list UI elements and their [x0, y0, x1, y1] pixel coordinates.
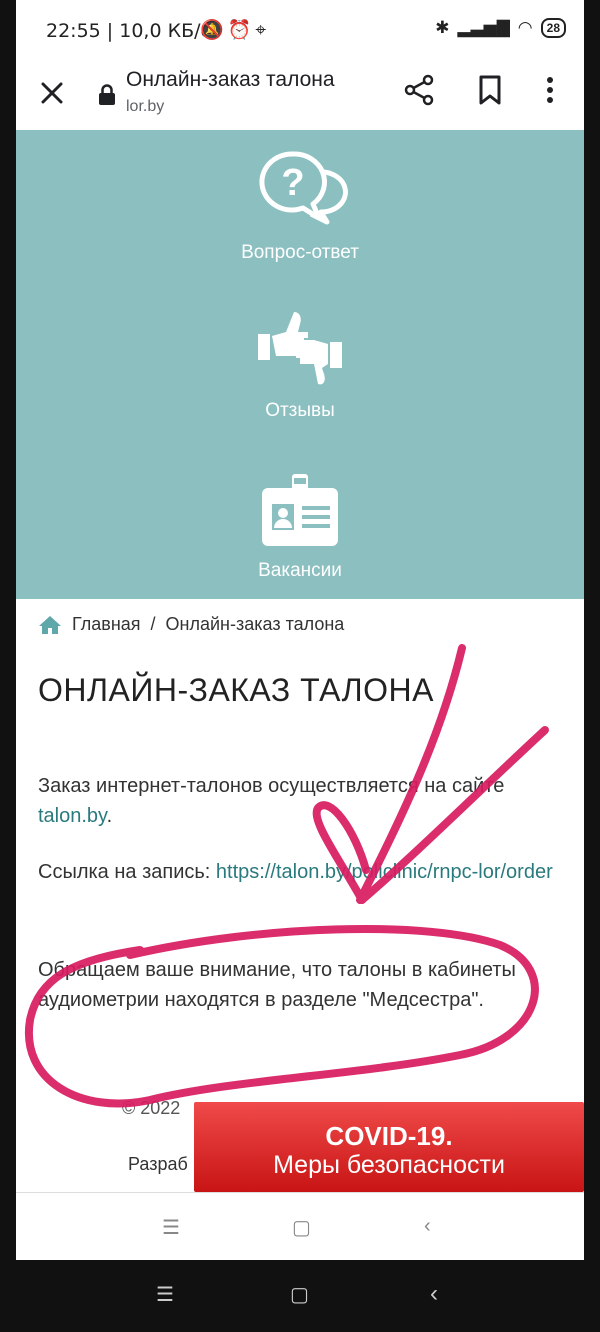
home-square-icon[interactable]: ▢	[292, 1215, 311, 1240]
covid-banner[interactable]: COVID-19. Меры безопасности	[194, 1102, 584, 1192]
lock-icon	[99, 84, 115, 105]
system-nav-bar: ☰ ▢ ‹	[0, 1260, 600, 1332]
question-chat-icon: ?	[259, 151, 348, 225]
back-icon[interactable]: ‹	[424, 1215, 431, 1238]
footer-copyright: © 2022	[122, 1098, 181, 1118]
menu-item-faq-label: Вопрос-ответ	[241, 242, 359, 263]
home-icon[interactable]	[38, 615, 62, 635]
order-info-prefix: Заказ интернет-талонов осуществляется на…	[38, 775, 505, 797]
menu-item-reviews-label: Отзывы	[265, 400, 335, 421]
covid-banner-subtitle: Меры безопасности	[273, 1151, 505, 1179]
order-info-text: Заказ интернет-талонов осуществляется на…	[38, 771, 548, 831]
bluetooth-icon: ✱	[435, 18, 450, 37]
inner-nav-bar: ☰ ▢ ‹	[16, 1192, 584, 1260]
booking-link[interactable]: https://talon.by/policlinic/rnpc-lor/ord…	[216, 861, 553, 883]
more-icon[interactable]	[538, 72, 562, 108]
system-home-icon[interactable]: ▢	[290, 1282, 309, 1307]
signal-icon: ▂▃▅▇	[457, 18, 510, 37]
id-card-icon	[262, 474, 338, 546]
svg-text:?: ?	[281, 162, 304, 204]
battery-icon: 28	[540, 18, 566, 38]
status-bar: 22:55 | 10,0 КБ/с 🔕⏰⌖ ✱ ▂▃▅▇ ◠ 28	[16, 0, 584, 62]
booking-link-label: Ссылка на запись:	[38, 861, 216, 883]
talon-link[interactable]: talon.by	[38, 805, 107, 827]
status-time: 22:55 | 10,0 КБ/с	[46, 20, 211, 42]
menu-item-reviews[interactable]: Отзывы	[16, 310, 584, 422]
page-tab-title[interactable]: Онлайн-заказ талона	[126, 68, 335, 92]
breadcrumb-home[interactable]: Главная	[72, 614, 141, 635]
share-icon[interactable]	[402, 72, 438, 108]
system-menu-icon[interactable]: ☰	[156, 1282, 174, 1307]
silent-icon: 🔕	[200, 20, 228, 41]
menu-item-faq[interactable]: ? Вопрос-ответ	[16, 150, 584, 264]
menu-item-vacancies[interactable]: Вакансии	[16, 474, 584, 582]
notice-text: Обращаем ваше внимание, что талоны в каб…	[38, 959, 516, 1011]
browser-toolbar: Онлайн-заказ талона lor.by	[16, 62, 584, 131]
breadcrumb-current: Онлайн-заказ талона	[165, 614, 345, 634]
page-title: ОНЛАЙН-ЗАКАЗ ТАЛОНА	[38, 672, 434, 708]
menu-item-vacancies-label: Вакансии	[258, 560, 342, 581]
bookmark-icon[interactable]	[472, 72, 508, 108]
page-url[interactable]: lor.by	[126, 98, 164, 116]
alarm-icon: ⏰	[227, 20, 256, 41]
thumbs-icon	[258, 312, 342, 385]
order-info-suffix: .	[106, 805, 113, 827]
breadcrumb-separator: /	[150, 614, 156, 634]
booking-link-text: Ссылка на запись: https://talon.by/polic…	[38, 857, 558, 887]
phone-screen: 22:55 | 10,0 КБ/с 🔕⏰⌖ ✱ ▂▃▅▇ ◠ 28 Онлайн…	[16, 0, 584, 1260]
status-icons-left: 🔕⏰⌖	[200, 18, 270, 42]
menu-icon[interactable]: ☰	[162, 1215, 180, 1240]
status-icons-right: ✱ ▂▃▅▇ ◠ 28	[435, 18, 566, 38]
wifi-icon: ◠	[517, 18, 533, 37]
footer-developer: Разраб	[128, 1154, 188, 1174]
covid-banner-title: COVID-19.	[325, 1121, 453, 1151]
location-icon: ⌖	[255, 20, 271, 41]
system-back-icon[interactable]: ‹	[430, 1280, 438, 1308]
breadcrumb: Главная / Онлайн-заказ талона	[38, 614, 344, 635]
site-menu: ? Вопрос-ответ Отзывы Вакансии	[16, 130, 584, 599]
close-icon[interactable]	[34, 75, 70, 111]
